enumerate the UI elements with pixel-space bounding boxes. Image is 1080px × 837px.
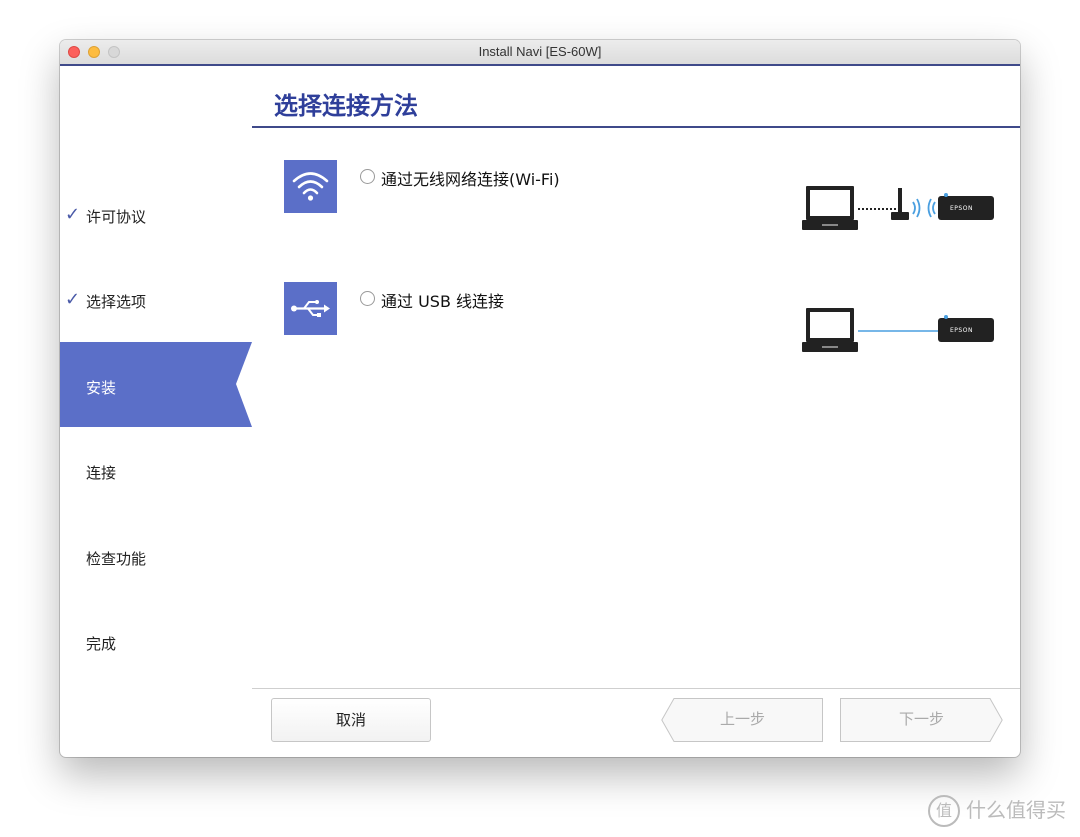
watermark-text: 什么值得买 xyxy=(966,797,1066,822)
usb-connection-illustration: EPSON xyxy=(800,302,1000,366)
step-label: 许可协议 xyxy=(86,208,147,226)
title-divider xyxy=(252,126,1020,128)
step-label: 安装 xyxy=(86,379,117,397)
wifi-option-radio[interactable] xyxy=(360,169,375,184)
step-license: ✓ 许可协议 xyxy=(60,171,252,256)
active-step-notch xyxy=(236,342,252,427)
checkmark-icon: ✓ xyxy=(65,204,81,225)
wifi-connection-illustration: EPSON xyxy=(800,180,1000,244)
watermark-logo-icon: 值 xyxy=(928,795,960,827)
step-connect: 连接 xyxy=(60,427,252,512)
device-brand-label: EPSON xyxy=(950,327,973,334)
step-label: 检查功能 xyxy=(86,550,147,568)
step-label: 连接 xyxy=(86,464,117,482)
device-brand-label: EPSON xyxy=(950,205,973,212)
prev-button-label: 上一步 xyxy=(719,710,765,728)
site-watermark: 值什么值得买 xyxy=(928,794,1066,827)
wifi-icon xyxy=(284,160,337,213)
step-sidebar: ✓ 许可协议 ✓ 选择选项 安装 连接 检查功能 完成 xyxy=(60,66,252,757)
wifi-option-label[interactable]: 通过无线网络连接(Wi-Fi) xyxy=(381,166,560,190)
step-check-functions: 检查功能 xyxy=(60,513,252,598)
step-label: 选择选项 xyxy=(86,293,147,311)
step-finish: 完成 xyxy=(60,598,252,683)
footer-divider xyxy=(252,688,1020,689)
usb-icon xyxy=(284,282,337,335)
step-install-active: 安装 xyxy=(60,342,252,427)
prev-button[interactable]: 上一步 xyxy=(661,698,824,742)
cancel-button[interactable]: 取消 xyxy=(271,698,431,742)
title-bar: Install Navi [ES-60W] xyxy=(60,40,1020,65)
step-label: 完成 xyxy=(86,635,117,653)
step-options: ✓ 选择选项 xyxy=(60,256,252,341)
installer-window: Install Navi [ES-60W] ✓ 许可协议 ✓ 选择选项 安装 连… xyxy=(60,40,1020,757)
usb-option-radio[interactable] xyxy=(360,291,375,306)
next-button[interactable]: 下一步 xyxy=(840,698,1003,742)
window-title: Install Navi [ES-60W] xyxy=(478,44,602,59)
checkmark-icon: ✓ xyxy=(65,289,81,310)
next-button-label: 下一步 xyxy=(898,710,944,728)
usb-option-label[interactable]: 通过 USB 线连接 xyxy=(381,288,504,312)
page-title: 选择连接方法 xyxy=(274,92,418,120)
